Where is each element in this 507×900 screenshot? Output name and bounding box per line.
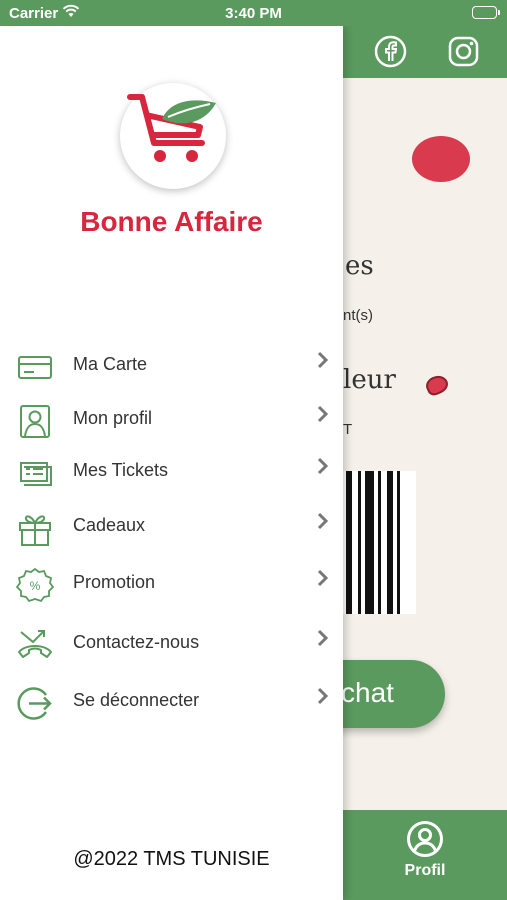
side-drawer: Bonne Affaire Ma Carte Mon profil Mes Ti… (0, 26, 343, 900)
chevron-right-icon (316, 456, 330, 476)
instagram-icon[interactable] (447, 35, 480, 68)
status-bar: Carrier 3:40 PM (0, 0, 507, 26)
menu-label: Cadeaux (73, 515, 146, 535)
partial-text: T (343, 421, 353, 438)
decoration-drop (423, 372, 451, 398)
barcode (340, 471, 416, 614)
menu-label: Mes Tickets (73, 460, 169, 480)
cart-logo-icon (127, 94, 216, 162)
chevron-right-icon (316, 568, 330, 588)
battery-icon (472, 6, 500, 19)
menu-label: Mon profil (73, 408, 153, 428)
tickets-icon (16, 454, 54, 492)
svg-text:%: % (30, 579, 41, 593)
logo (120, 83, 226, 189)
menu-item-promotion[interactable]: % Promotion (0, 558, 343, 608)
menu-item-ma-carte[interactable]: Ma Carte (0, 340, 343, 390)
promotion-icon: % (15, 566, 55, 604)
clock: 3:40 PM (225, 5, 282, 22)
profile-icon (16, 402, 54, 440)
menu-item-cadeaux[interactable]: Cadeaux (0, 501, 343, 551)
menu-label: Se déconnecter (73, 690, 200, 710)
gift-icon (16, 509, 54, 547)
copyright-footer: @2022 TMS TUNISIE (73, 848, 270, 870)
menu-item-se-deconnecter[interactable]: Se déconnecter (0, 676, 343, 726)
chevron-right-icon (316, 511, 330, 531)
menu-item-contactez-nous[interactable]: Contactez-nous (0, 618, 343, 668)
phone-icon (16, 626, 54, 664)
brand-title: Bonne Affaire (80, 206, 263, 237)
chevron-right-icon (316, 628, 330, 648)
menu-label: Promotion (73, 572, 156, 592)
partial-text: leur (343, 365, 396, 395)
chevron-right-icon (316, 404, 330, 424)
decoration-blob (412, 136, 470, 182)
chevron-right-icon (316, 350, 330, 370)
chevron-right-icon (316, 686, 330, 706)
tab-profil-label: Profil (404, 862, 446, 879)
menu-label: Ma Carte (73, 354, 148, 374)
tab-profil[interactable]: Profil (398, 820, 452, 890)
facebook-icon[interactable] (374, 35, 407, 68)
logout-icon (16, 684, 54, 722)
menu-label: Contactez-nous (73, 632, 200, 652)
partial-text: nt(s) (343, 307, 373, 324)
achat-button-label: chat (341, 677, 394, 708)
card-icon (16, 348, 54, 386)
menu-item-mes-tickets[interactable]: Mes Tickets (0, 446, 343, 496)
partial-text: es (345, 251, 374, 281)
profile-tab-icon (407, 821, 443, 857)
menu-item-mon-profil[interactable]: Mon profil (0, 394, 343, 444)
